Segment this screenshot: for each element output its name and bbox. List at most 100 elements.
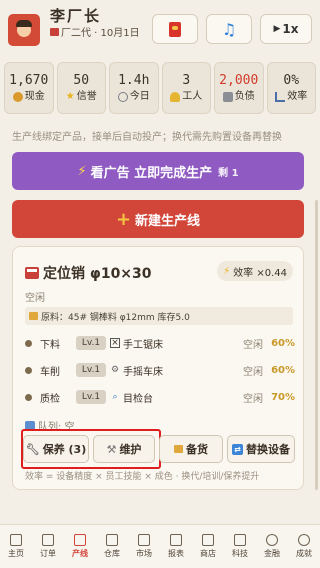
stage-name: 车削 <box>40 366 60 378</box>
red-packet-button[interactable] <box>152 14 198 44</box>
stat-today[interactable]: 1.4h 今日 <box>109 62 159 114</box>
box-icon <box>174 445 183 453</box>
replace-equipment-label: 替换设备 <box>246 443 290 456</box>
player-info: 李厂长 厂二代 · 10月1日 <box>50 6 146 41</box>
stage-name: 质检 <box>40 393 60 405</box>
home-icon <box>10 534 22 546</box>
tab-orders[interactable]: 订单 <box>32 525 64 568</box>
tab-label: 商店 <box>200 549 216 558</box>
efficiency-text: 效率 ×0.44 <box>233 267 287 279</box>
watch-ad-finish-button[interactable]: ⚡ 看广告 立即完成生产 剩 1 <box>12 152 304 190</box>
highlight-box <box>21 429 161 469</box>
chart-icon <box>170 534 182 546</box>
swap-icon: ⇄ <box>232 443 243 455</box>
line-title-text: 定位销 φ10×30 <box>43 266 152 282</box>
tab-label: 金融 <box>264 549 280 558</box>
stage-row[interactable]: 下料 Lv.1 ⨯ 手工锯床 空闲 60% <box>25 333 295 353</box>
player-subtitle: 厂二代 · 10月1日 <box>50 26 146 41</box>
stat-workers-value: 3 <box>182 73 191 88</box>
stage-row[interactable]: 车削 Lv.1 ⚙ 手摇车床 空闲 60% <box>25 360 295 380</box>
new-line-button[interactable]: + 新建生产线 <box>12 200 304 238</box>
stage-percent: 60% <box>271 364 295 376</box>
tab-market[interactable]: 市场 <box>128 525 160 568</box>
stat-workers[interactable]: 3 工人 <box>161 62 211 114</box>
stat-cash-label: 现金 <box>24 91 45 102</box>
red-packet-icon <box>169 21 181 37</box>
gear-icon: ⚙ <box>110 365 120 375</box>
stage-tool: 目检台 <box>123 393 153 405</box>
stage-percent: 60% <box>271 337 295 349</box>
stage-dot-icon <box>25 339 32 347</box>
stat-reputation[interactable]: 50 ★ 信誉 <box>56 62 106 114</box>
chart-icon <box>275 92 286 102</box>
factory-icon <box>50 28 59 36</box>
efficiency-formula: 效率 = 设备精度 × 员工技能 × 成色 · 换代/培训/保养提升 <box>25 472 260 482</box>
tech-icon <box>234 534 246 546</box>
stage-level: Lv.1 <box>76 363 106 377</box>
tab-label: 主页 <box>8 549 24 558</box>
material-info: 原料：45# 钢棒料 φ12mm 库存5.0 <box>25 307 293 325</box>
line-title: 定位销 φ10×30 <box>25 263 152 283</box>
medal-icon <box>298 534 310 546</box>
music-button[interactable]: ♫ <box>206 14 252 44</box>
efficiency-badge: ⚡ 效率 ×0.44 <box>217 261 293 281</box>
stage-state: 空闲 <box>243 366 263 378</box>
stage-level: Lv.1 <box>76 390 106 404</box>
scrollbar[interactable] <box>315 200 318 490</box>
stock-button[interactable]: 备货 <box>159 435 223 463</box>
replace-equipment-button[interactable]: ⇄ 替换设备 <box>227 435 295 463</box>
stat-reputation-label: 信誉 <box>76 91 97 102</box>
tab-label: 市场 <box>136 549 152 558</box>
header: 李厂长 厂二代 · 10月1日 ♫ ▶ 1x <box>0 0 320 60</box>
tab-label: 科技 <box>232 549 248 558</box>
stage-tool: 手摇车床 <box>123 366 163 378</box>
stage-state: 空闲 <box>243 339 263 351</box>
money-bag-icon <box>12 92 23 102</box>
stats-bar: 1,670 现金 50 ★ 信誉 1.4h 今日 3 工人 2,000 负债 0%… <box>4 62 316 114</box>
tab-reports[interactable]: 报表 <box>160 525 192 568</box>
stage-state: 空闲 <box>243 393 263 405</box>
header-buttons: ♫ ▶ 1x <box>152 14 312 44</box>
stage-name: 下料 <box>40 339 60 351</box>
factory-icon <box>74 534 86 546</box>
tab-label: 仓库 <box>104 549 120 558</box>
player-subtitle-text: 厂二代 · 10月1日 <box>61 28 140 39</box>
tab-label: 订单 <box>40 549 56 558</box>
stat-today-label: 今日 <box>129 91 150 102</box>
avatar[interactable] <box>8 14 40 46</box>
tab-production[interactable]: 产线 <box>64 525 96 568</box>
watch-ad-label: 看广告 立即完成生产 <box>90 165 213 181</box>
tab-tech[interactable]: 科技 <box>224 525 256 568</box>
stage-dot-icon <box>25 366 32 374</box>
production-hint: 生产线绑定产品，接单后自动投产；换代需先购置设备再替换 <box>12 132 282 143</box>
bottom-tab-bar: 主页 订单 产线 仓库 市场 报表 商店 科技 金融 成就 <box>0 524 320 568</box>
box-icon <box>29 312 38 320</box>
speed-label: 1x <box>282 22 299 36</box>
tab-finance[interactable]: 金融 <box>256 525 288 568</box>
tab-achievements[interactable]: 成就 <box>288 525 320 568</box>
worker-icon <box>170 92 181 102</box>
machine-icon <box>25 267 39 279</box>
clock-icon <box>117 92 128 102</box>
tab-warehouse[interactable]: 仓库 <box>96 525 128 568</box>
tab-home[interactable]: 主页 <box>0 525 32 568</box>
saw-icon: ⨯ <box>110 338 120 348</box>
player-name: 李厂长 <box>50 7 102 25</box>
stage-row[interactable]: 质检 Lv.1 ⌕ 目检台 空闲 70% <box>25 387 295 407</box>
stock-label: 备货 <box>186 443 208 456</box>
warehouse-icon <box>106 534 118 546</box>
stat-debt[interactable]: 2,000 负债 <box>214 62 264 114</box>
stat-efficiency-label: 效率 <box>287 91 308 102</box>
material-text: 原料：45# 钢棒料 φ12mm 库存5.0 <box>41 312 190 323</box>
stat-workers-label: 工人 <box>182 91 203 102</box>
tab-shop[interactable]: 商店 <box>192 525 224 568</box>
lightning-icon: ⚡ <box>223 265 231 277</box>
stage-dot-icon <box>25 393 32 401</box>
stat-efficiency[interactable]: 0% 效率 <box>266 62 316 114</box>
stat-cash[interactable]: 1,670 现金 <box>4 62 54 114</box>
lightning-icon: ⚡ <box>77 163 87 179</box>
coin-icon <box>266 534 278 546</box>
market-icon <box>138 534 150 546</box>
speed-button[interactable]: ▶ 1x <box>260 14 312 44</box>
shop-icon <box>202 534 214 546</box>
